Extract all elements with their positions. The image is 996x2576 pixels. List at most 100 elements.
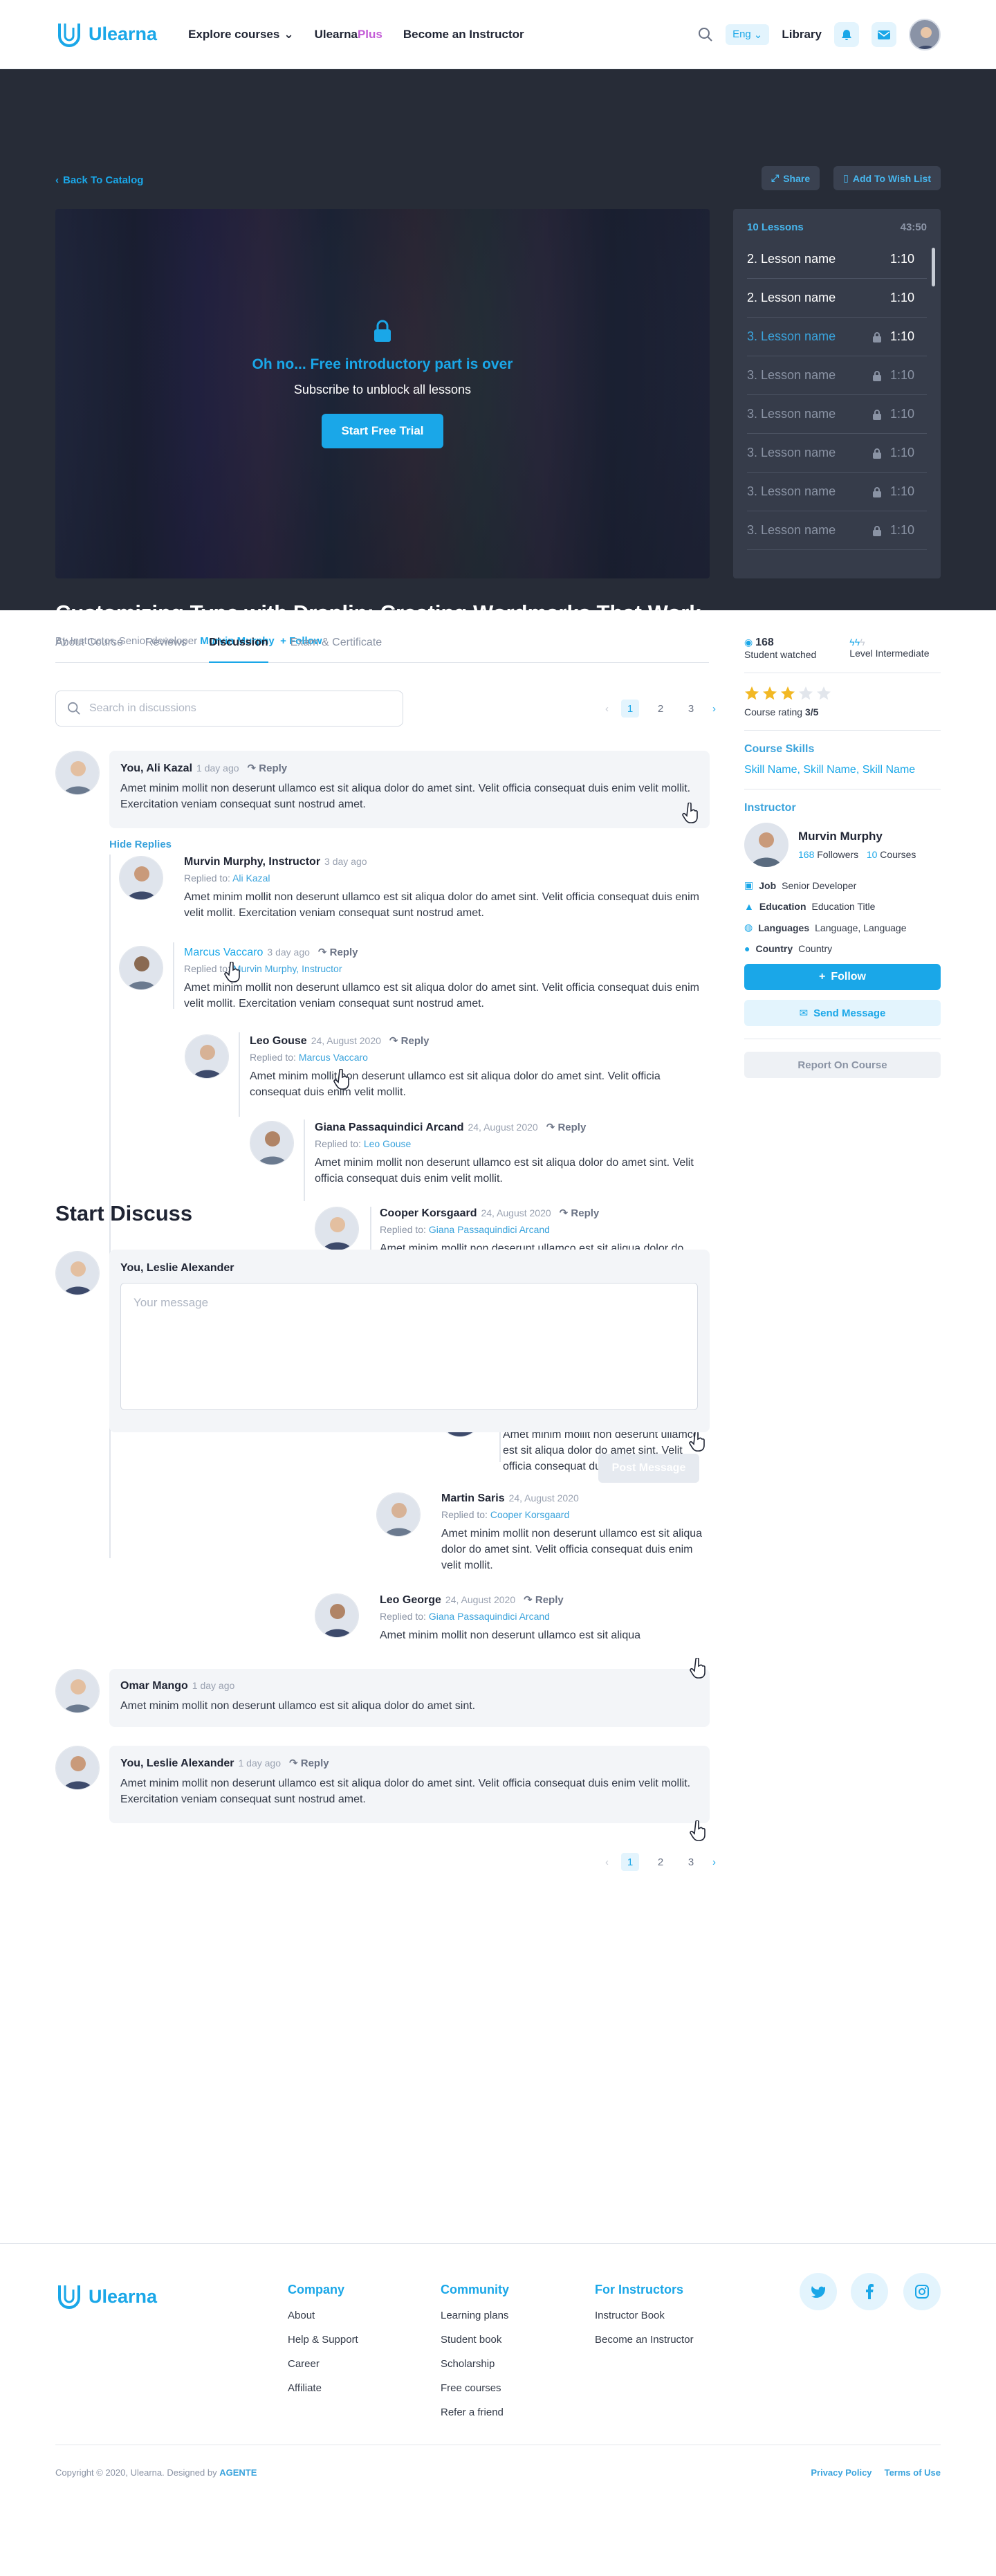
instagram-button[interactable] bbox=[903, 2273, 941, 2310]
footer-link[interactable]: About bbox=[288, 2310, 358, 2321]
lesson-row[interactable]: 2. Lesson name 1:10 bbox=[747, 240, 927, 279]
footer-link[interactable]: Help & Support bbox=[288, 2334, 358, 2346]
tab-reviews[interactable]: Reviews bbox=[145, 637, 187, 662]
lesson-row[interactable]: 3. Lesson name 1:10 bbox=[747, 434, 927, 473]
language-select[interactable]: Eng ⌄ bbox=[726, 24, 770, 45]
hide-replies-link[interactable]: Hide Replies bbox=[109, 839, 172, 850]
footer-link[interactable]: Scholarship bbox=[441, 2358, 509, 2370]
replied-to-link[interactable]: Giana Passaquindici Arcand bbox=[429, 1224, 550, 1235]
commenter-avatar[interactable] bbox=[250, 1121, 294, 1165]
send-message-button[interactable]: ✉ Send Message bbox=[744, 1000, 941, 1026]
commenter-name[interactable]: Martin Saris bbox=[441, 1492, 505, 1504]
replied-to-link[interactable]: Cooper Korsgaard bbox=[490, 1509, 569, 1520]
reply-button[interactable]: ↷ Reply bbox=[248, 762, 288, 774]
replied-to-link[interactable]: Murvin Murphy, Instructor bbox=[233, 963, 342, 974]
footer-link[interactable]: Refer a friend bbox=[441, 2406, 509, 2418]
replied-to-link[interactable]: Giana Passaquindici Arcand bbox=[429, 1611, 550, 1622]
footer-link[interactable]: Student book bbox=[441, 2334, 509, 2346]
footer-link[interactable]: Affiliate bbox=[288, 2382, 358, 2394]
prev-page-icon[interactable]: ‹ bbox=[605, 703, 609, 715]
commenter-name[interactable]: You, Ali Kazal bbox=[120, 762, 192, 774]
instructor-avatar[interactable] bbox=[744, 823, 788, 867]
footer-link[interactable]: Learning plans bbox=[441, 2310, 509, 2321]
post-message-button[interactable]: Post Message bbox=[598, 1454, 699, 1483]
share-button[interactable]: ⤢ Share bbox=[762, 166, 820, 190]
notifications-button[interactable] bbox=[834, 21, 859, 47]
commenter-avatar[interactable] bbox=[119, 856, 163, 900]
reply-button[interactable]: ↷ Reply bbox=[389, 1035, 430, 1047]
tab-about-course[interactable]: About Course bbox=[55, 637, 123, 662]
lesson-row[interactable]: 3. Lesson name 1:10 bbox=[747, 511, 927, 550]
add-to-wishlist-button[interactable]: ▯ Add To Wish List bbox=[833, 166, 941, 190]
search-icon[interactable] bbox=[698, 27, 713, 42]
reply-button[interactable]: ↷ Reply bbox=[318, 947, 358, 958]
logo[interactable]: Ulearna bbox=[55, 21, 157, 48]
commenter-avatar[interactable] bbox=[119, 946, 163, 990]
page-2[interactable]: 2 bbox=[652, 1853, 670, 1871]
commenter-avatar[interactable] bbox=[55, 1746, 100, 1790]
next-page-icon[interactable]: › bbox=[712, 1856, 716, 1868]
footer-link[interactable]: Free courses bbox=[441, 2382, 509, 2394]
commenter-name[interactable]: Leo George bbox=[380, 1594, 441, 1606]
next-page-icon[interactable]: › bbox=[712, 703, 716, 715]
nav-explore[interactable]: Explore courses ⌄ bbox=[188, 28, 294, 42]
lesson-row[interactable]: 2. Lesson name 1:10 bbox=[747, 279, 927, 318]
footer-link[interactable]: Instructor Book bbox=[595, 2310, 694, 2321]
discussion-search-input[interactable]: Search in discussions bbox=[55, 691, 403, 727]
privacy-policy-link[interactable]: Privacy Policy bbox=[811, 2467, 872, 2478]
lesson-row[interactable]: 3. Lesson name 1:10 bbox=[747, 356, 927, 395]
lesson-row[interactable]: 3. Lesson name 1:10 bbox=[747, 318, 927, 356]
messages-button[interactable] bbox=[872, 21, 896, 47]
back-to-catalog-link[interactable]: ‹ Back To Catalog bbox=[55, 174, 143, 186]
prev-page-icon[interactable]: ‹ bbox=[605, 1856, 609, 1868]
commenter-name[interactable]: Giana Passaquindici Arcand bbox=[315, 1122, 463, 1133]
commenter-name[interactable]: You, Leslie Alexander bbox=[120, 1757, 234, 1769]
nav-ulearna-plus[interactable]: Ulearna Plus bbox=[315, 28, 382, 42]
report-course-button[interactable]: Report On Course bbox=[744, 1052, 941, 1078]
commenter-name[interactable]: Cooper Korsgaard bbox=[380, 1207, 477, 1219]
start-free-trial-button[interactable]: Start Free Trial bbox=[322, 414, 443, 448]
user-avatar[interactable] bbox=[909, 18, 941, 51]
commenter-avatar[interactable] bbox=[55, 751, 100, 795]
tab-exam-certificate[interactable]: Exam & Certificate bbox=[290, 637, 382, 662]
nav-become-instructor[interactable]: Become an Instructor bbox=[403, 28, 524, 42]
course-skills[interactable]: Skill Name, Skill Name, Skill Name bbox=[744, 764, 941, 776]
lesson-row[interactable]: 3. Lesson name 1:10 bbox=[747, 395, 927, 434]
message-input[interactable]: Your message bbox=[120, 1283, 698, 1410]
instructor-name[interactable]: Murvin Murphy bbox=[798, 830, 916, 843]
reply-button[interactable]: ↷ Reply bbox=[546, 1122, 587, 1133]
commenter-avatar[interactable] bbox=[315, 1207, 359, 1251]
commenter-name[interactable]: Murvin Murphy, Instructor bbox=[184, 856, 320, 868]
terms-link[interactable]: Terms of Use bbox=[885, 2467, 941, 2478]
lessons-scrollbar[interactable] bbox=[932, 248, 935, 286]
page-3[interactable]: 3 bbox=[682, 1853, 700, 1871]
footer-link[interactable]: Career bbox=[288, 2358, 358, 2370]
replied-to-link[interactable]: Leo Gouse bbox=[364, 1138, 412, 1149]
page-1[interactable]: 1 bbox=[621, 700, 639, 718]
footer-link[interactable]: Become an Instructor bbox=[595, 2334, 694, 2346]
facebook-button[interactable] bbox=[851, 2273, 888, 2310]
twitter-button[interactable] bbox=[800, 2273, 837, 2310]
replied-to-link[interactable]: Marcus Vaccaro bbox=[299, 1052, 368, 1063]
page-3[interactable]: 3 bbox=[682, 700, 700, 718]
page-1[interactable]: 1 bbox=[621, 1853, 639, 1871]
reply-button[interactable]: ↷ Reply bbox=[560, 1207, 600, 1219]
designer-link[interactable]: AGENTE bbox=[219, 2467, 257, 2478]
commenter-name[interactable]: Leo Gouse bbox=[250, 1035, 307, 1047]
reply-button[interactable]: ↷ Reply bbox=[524, 1594, 564, 1606]
video-player[interactable]: Oh no... Free introductory part is over … bbox=[55, 209, 710, 578]
tab-discussion[interactable]: Discussion bbox=[209, 637, 268, 663]
footer-logo[interactable]: Ulearna bbox=[55, 2283, 157, 2310]
commenter-avatar[interactable] bbox=[315, 1593, 359, 1638]
lesson-row[interactable]: 3. Lesson name 1:10 bbox=[747, 473, 927, 511]
follow-instructor-button[interactable]: + Follow bbox=[744, 964, 941, 990]
commenter-avatar[interactable] bbox=[376, 1492, 421, 1537]
library-link[interactable]: Library bbox=[782, 28, 822, 42]
commenter-avatar[interactable] bbox=[185, 1034, 229, 1079]
commenter-name[interactable]: Omar Mango bbox=[120, 1680, 188, 1692]
reply-button[interactable]: ↷ Reply bbox=[289, 1757, 329, 1769]
page-2[interactable]: 2 bbox=[652, 700, 670, 718]
replied-to-link[interactable]: Ali Kazal bbox=[232, 873, 270, 884]
commenter-name[interactable]: Marcus Vaccaro bbox=[184, 947, 263, 958]
commenter-avatar[interactable] bbox=[55, 1669, 100, 1713]
